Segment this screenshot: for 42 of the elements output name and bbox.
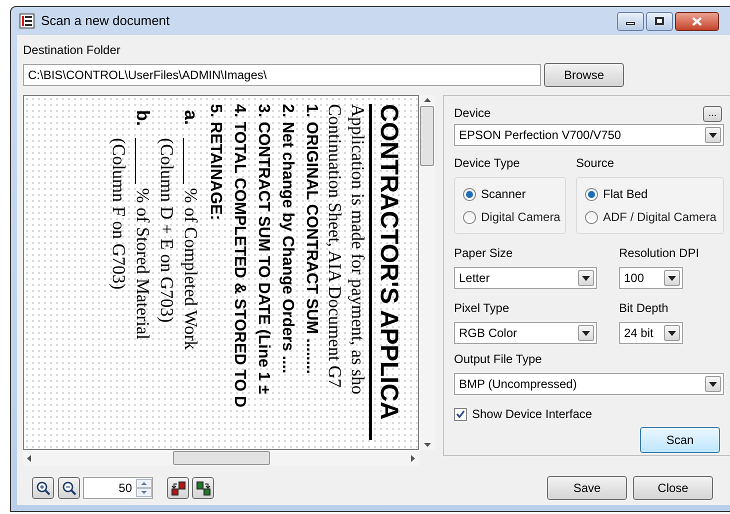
document-line-item: 2. Net change by Change Orders .... — [278, 104, 297, 376]
field-label: Paper Size — [454, 245, 514, 262]
device-options-button[interactable]: ... — [703, 106, 722, 122]
field-label: Source — [576, 155, 616, 172]
resolution-dropdown[interactable]: 100 — [619, 267, 683, 289]
field-label: Device — [454, 105, 491, 122]
document-line-item: 3. CONTRACT SUM TO DATE (Line 1 ± — [254, 104, 273, 396]
field-label: Device Type — [454, 155, 521, 172]
document-text: % of Stored Material — [132, 188, 154, 340]
document-line-item: 5. RETAINAGE: — [206, 104, 225, 222]
radio-label: ADF / Digital Camera — [603, 209, 716, 226]
window-title: Scan a new document — [41, 12, 170, 30]
browse-button[interactable]: Browse — [544, 63, 624, 87]
field-label: Pixel Type — [454, 300, 510, 317]
bit-depth-dropdown[interactable]: 24 bit — [619, 322, 683, 344]
close-dialog-button[interactable]: Close — [633, 476, 713, 500]
scan-button[interactable]: Scan — [640, 427, 720, 453]
document-letter: b. — [132, 110, 154, 128]
save-button[interactable]: Save — [547, 476, 627, 500]
field-label: Resolution DPI — [619, 245, 700, 262]
output-file-type-dropdown[interactable]: BMP (Uncompressed) — [454, 373, 724, 395]
document-text: Continuation Sheet, AIA Document G7 — [324, 104, 346, 390]
zoom-spinner[interactable]: 50 — [83, 477, 153, 499]
document-text: % of Completed Work — [180, 188, 202, 350]
radio-label: Digital Camera — [481, 209, 560, 226]
field-label: Destination Folder — [23, 42, 122, 59]
document-line-item: 1. ORIGINAL CONTRACT SUM ........ — [302, 104, 321, 376]
field-label: Output File Type — [454, 351, 543, 368]
checkbox-label: Show Device Interface — [472, 406, 592, 423]
document-line-item: 4. TOTAL COMPLETED & STORED TO D — [230, 104, 249, 410]
device-dropdown[interactable]: EPSON Perfection V700/V750 — [454, 124, 724, 146]
pixel-type-dropdown[interactable]: RGB Color — [454, 322, 597, 344]
document-heading: CONTRACTOR'S APPLICA — [369, 104, 406, 440]
paper-size-dropdown[interactable]: Letter — [454, 267, 597, 289]
radio-label: Scanner — [481, 186, 526, 203]
document-letter: a. — [180, 110, 202, 128]
document-text: (Column D + E on G703) — [156, 137, 178, 325]
folder-path-field[interactable]: C:\BIS\CONTROL\UserFiles\ADMIN\Images\ — [23, 64, 541, 86]
radio-label: Flat Bed — [603, 186, 648, 203]
document-text: Application is made for payment, as sho — [347, 104, 369, 396]
document-text: (Column F on G703) — [108, 137, 130, 292]
field-label: Bit Depth — [619, 300, 670, 317]
